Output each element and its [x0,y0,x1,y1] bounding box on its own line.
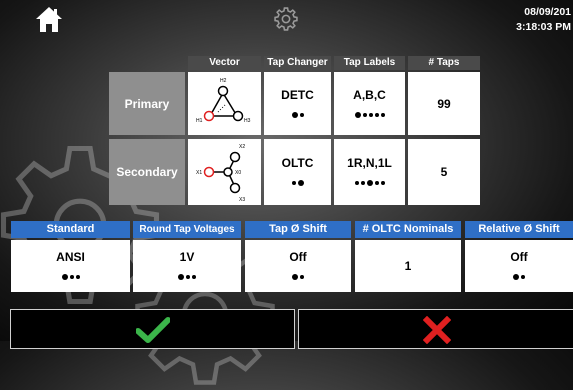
primary-tap-changer-cell[interactable]: DETC [264,72,331,135]
primary-taps-cell[interactable]: 99 [408,72,480,135]
x-icon [422,316,451,344]
column-header-tap-changer: Tap Changer [264,56,331,70]
secondary-tap-changer-cell[interactable]: OLTC [264,139,331,205]
setting-header-round-tap-voltages: Round Tap Voltages [133,221,241,238]
secondary-tap-labels-value: 1R,N,1L [347,156,392,170]
row-label-primary: Primary [109,72,185,135]
round-tap-voltages-value: 1V [179,250,195,264]
primary-tap-changer-value: DETC [281,87,314,102]
column-header-taps: # Taps [408,56,480,70]
terminal-label: X1 [196,170,202,176]
setting-header-relative-phase-shift: Relative Ø Shift [465,221,573,238]
column-header-tap-labels: Tap Labels [334,56,405,70]
home-button[interactable] [34,4,64,34]
setting-header-tap-phase-shift: Tap Ø Shift [245,221,351,238]
option-indicator [291,178,304,188]
option-indicator [513,272,525,282]
secondary-tap-labels-cell[interactable]: 1R,N,1L [334,139,405,205]
option-indicator [354,178,385,188]
tap-phase-shift-value: Off [289,250,307,264]
terminal-label: X2 [239,144,245,150]
relative-phase-shift-value: Off [510,250,528,264]
time-text: 3:18:03 PM [516,21,571,33]
column-header-vector: Vector [188,56,261,70]
secondary-tap-changer-value: OLTC [281,156,314,170]
cancel-button[interactable] [298,309,573,349]
checkmark-icon [135,317,170,343]
secondary-vector-cell[interactable]: X2 X1 X0 X3 [188,139,261,205]
terminal-label: X3 [239,197,245,203]
setting-header-standard: Standard [11,221,130,238]
terminal-label: H1 [196,118,203,124]
delta-vector-diagram: H2 H1 H3 [196,78,251,124]
gear-icon [274,7,298,31]
primary-tap-labels-cell[interactable]: A,B,C [334,72,405,135]
secondary-taps-cell[interactable]: 5 [408,139,480,205]
terminal-label: H3 [244,118,251,124]
datetime-display: 08/09/201 3:18:03 PM [516,5,571,35]
option-indicator [292,272,304,282]
home-icon [36,7,62,32]
wye-vector-diagram: X2 X1 X0 X3 [196,144,245,203]
terminal-label: X0 [235,170,241,176]
oltc-nominals-value: 1 [404,259,412,273]
relative-phase-shift-setting-cell[interactable]: Off [465,240,573,292]
primary-tap-labels-value: A,B,C [353,87,386,102]
option-indicator [354,110,385,120]
primary-taps-value: 99 [437,96,451,111]
secondary-taps-value: 5 [440,165,448,179]
option-indicator [61,272,80,282]
option-indicator [178,272,196,282]
row-label-secondary: Secondary [109,139,185,205]
standard-setting-cell[interactable]: ANSI [11,240,130,292]
oltc-nominals-setting-cell[interactable]: 1 [355,240,461,292]
option-indicator [291,110,304,120]
setting-header-oltc-nominals: # OLTC Nominals [355,221,461,238]
date-text: 08/09/201 [524,6,571,18]
tap-phase-shift-setting-cell[interactable]: Off [245,240,351,292]
primary-vector-cell[interactable]: H2 H1 H3 [188,72,261,135]
settings-button[interactable] [273,6,299,32]
standard-value: ANSI [56,250,85,264]
confirm-button[interactable] [10,309,295,349]
round-tap-voltages-setting-cell[interactable]: 1V [133,240,241,292]
terminal-label: H2 [220,78,227,84]
